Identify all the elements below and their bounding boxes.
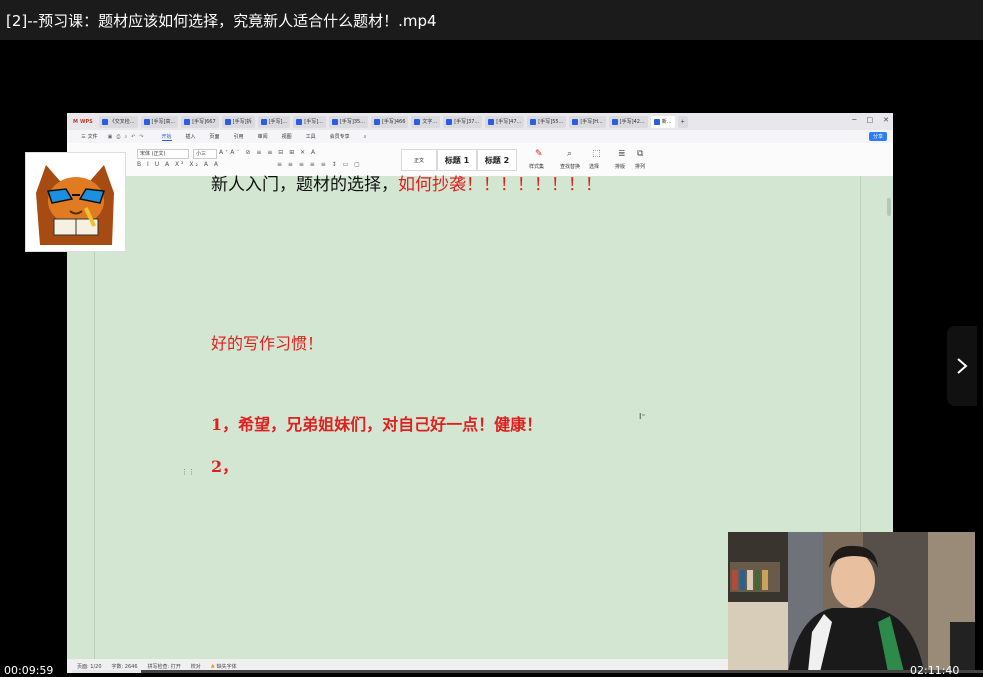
menu-insert[interactable]: 插入 xyxy=(186,133,196,140)
doc-icon xyxy=(414,118,421,125)
search-icon[interactable]: ⌕ xyxy=(364,134,367,140)
share-button[interactable]: 分享 xyxy=(868,132,887,141)
status-proof[interactable]: 校对 xyxy=(191,663,201,670)
document-tab-bar: M WPS 《交叉检... [手写]高... [手写]667 [手写]拆 [手写… xyxy=(67,113,893,130)
maximize-icon[interactable]: □ xyxy=(867,116,874,124)
style-heading1[interactable]: 标题 1 xyxy=(437,149,477,171)
menu-tools[interactable]: 工具 xyxy=(306,133,316,140)
style-set-icon[interactable]: ✎ xyxy=(535,149,543,159)
doc-line-2[interactable]: 2， xyxy=(211,453,238,477)
typeset-label[interactable]: 排版 xyxy=(615,163,625,170)
progress-fill xyxy=(72,670,142,673)
menu-member[interactable]: 会员专享 xyxy=(330,133,350,140)
current-time: 00:09:59 xyxy=(4,664,54,677)
video-title-bar: [2]--预习课：题材应该如何选择，究竟新人适合什么题材！.mp4 xyxy=(0,0,983,40)
find-replace-label[interactable]: 查找替换 xyxy=(560,163,580,170)
wps-brand-label: WPS xyxy=(79,118,93,125)
select-label[interactable]: 选择 xyxy=(589,163,599,170)
quick-access-icons[interactable]: ▣⎙⌕↶↷ xyxy=(108,134,148,140)
status-spell[interactable]: 拼写检查: 打开 xyxy=(148,663,181,670)
doc-tab[interactable]: [手写]35... xyxy=(328,115,368,128)
font-name-select[interactable]: 宋体 (正文) xyxy=(137,149,189,159)
menu-layout[interactable]: 页面 xyxy=(210,133,220,140)
doc-tab[interactable]: [手写]42... xyxy=(608,115,648,128)
find-replace-icon[interactable]: ⌕ xyxy=(567,149,572,159)
video-title: [2]--预习课：题材应该如何选择，究竟新人适合什么题材！.mp4 xyxy=(6,11,437,30)
scroll-thumb[interactable] xyxy=(887,198,891,216)
doc-icon xyxy=(296,118,303,125)
format-glyphs[interactable]: A⁺A⁻ ⊘ ≡ ≡ ⊟ ⊞ ✕ A xyxy=(219,149,317,156)
doc-icon xyxy=(373,118,380,125)
paragraph-align-icons[interactable]: ≡ ≡ ≡ ≡ ≡ ↕ ▭ ▢ xyxy=(277,161,362,168)
doc-tab[interactable]: [手写]... xyxy=(257,115,291,128)
menu-view[interactable]: 视图 xyxy=(282,133,292,140)
doc-icon xyxy=(224,118,231,125)
arrange-label[interactable]: 排列 xyxy=(635,163,645,170)
webcam-feed xyxy=(728,532,975,672)
doc-tab[interactable]: [手写]H... xyxy=(569,115,606,128)
close-icon[interactable]: ✕ xyxy=(883,116,889,124)
wps-logo-icon: M xyxy=(73,118,78,125)
text-cursor-icon: I⁼ xyxy=(639,412,646,421)
window-controls: ─ □ ✕ xyxy=(852,116,889,124)
cat-avatar-image xyxy=(25,152,126,252)
doc-icon xyxy=(530,118,537,125)
doc-icon xyxy=(611,118,618,125)
doc-tab[interactable]: [手写]37... xyxy=(443,115,483,128)
doc-icon xyxy=(446,118,453,125)
cat-illustration xyxy=(36,165,114,245)
warning-icon: ▲ xyxy=(210,663,215,669)
doc-icon xyxy=(184,118,191,125)
minimize-icon[interactable]: ─ xyxy=(852,116,856,124)
doc-icon xyxy=(653,118,660,125)
doc-tab[interactable]: [手写]47... xyxy=(485,115,525,128)
total-time: 02:11:40 xyxy=(910,664,960,677)
font-size-select[interactable]: 小三 xyxy=(193,149,217,159)
wps-home-tab[interactable]: M WPS xyxy=(70,116,96,128)
menu-home[interactable]: 开始 xyxy=(161,133,172,141)
doc-icon xyxy=(260,118,267,125)
doc-heading-line[interactable]: 新人入门，题材的选择，如何抄袭！！！！！！！！ xyxy=(211,170,602,195)
typeset-icon[interactable]: ≣ xyxy=(618,149,626,159)
menu-file[interactable]: 三 文件 xyxy=(81,133,98,140)
ribbon-menu: 三 文件 ▣⎙⌕↶↷ 开始 插入 页面 引用 审阅 视图 工具 会员专享 ⌕ 分… xyxy=(67,130,893,143)
status-words[interactable]: 字数: 2646 xyxy=(112,663,138,670)
style-heading2[interactable]: 标题 2 xyxy=(477,149,517,171)
doc-tab[interactable]: 《交叉检... xyxy=(98,115,138,128)
chevron-right-icon xyxy=(957,358,968,374)
new-tab-button[interactable]: + xyxy=(677,115,688,128)
bold-italic-underline-icons[interactable]: B I U A X² X₂ A A xyxy=(137,161,220,168)
doc-icon xyxy=(488,118,495,125)
doc-icon xyxy=(572,118,579,125)
doc-tab[interactable]: [手写]... xyxy=(293,115,326,128)
select-icon[interactable]: ⬚ xyxy=(592,149,601,159)
status-page[interactable]: 页面: 1/20 xyxy=(77,663,102,670)
doc-tab[interactable]: [手写]拆 xyxy=(221,115,255,128)
doc-tab-active[interactable]: 新... xyxy=(650,115,675,128)
next-video-button[interactable] xyxy=(947,326,977,406)
doc-tab[interactable]: 文字... xyxy=(411,115,441,128)
menu-references[interactable]: 引用 xyxy=(234,133,244,140)
style-normal[interactable]: 正文 xyxy=(401,149,437,171)
doc-tab[interactable]: [手写]55... xyxy=(527,115,567,128)
doc-line-habits[interactable]: 好的写作习惯！ xyxy=(211,330,323,354)
doc-icon xyxy=(143,118,150,125)
menu-review[interactable]: 审阅 xyxy=(258,133,268,140)
doc-line-1[interactable]: 1，希望，兄弟姐妹们，对自己好一点！健康！ xyxy=(211,411,542,435)
doc-tab[interactable]: [手写]466 xyxy=(370,115,409,128)
doc-icon xyxy=(331,118,338,125)
arrange-icon[interactable]: ⧉ xyxy=(637,149,643,159)
status-font-missing[interactable]: 缺失字体 xyxy=(217,663,237,670)
paragraph-handle-icon[interactable]: ⋮⋮ xyxy=(181,468,195,476)
webcam-scene xyxy=(728,532,975,672)
doc-icon xyxy=(101,118,108,125)
doc-tab[interactable]: [手写]667 xyxy=(181,115,219,128)
style-set-label[interactable]: 样式集 xyxy=(529,163,544,170)
doc-tab[interactable]: [手写]高... xyxy=(140,115,179,128)
progress-bar[interactable] xyxy=(72,670,983,673)
